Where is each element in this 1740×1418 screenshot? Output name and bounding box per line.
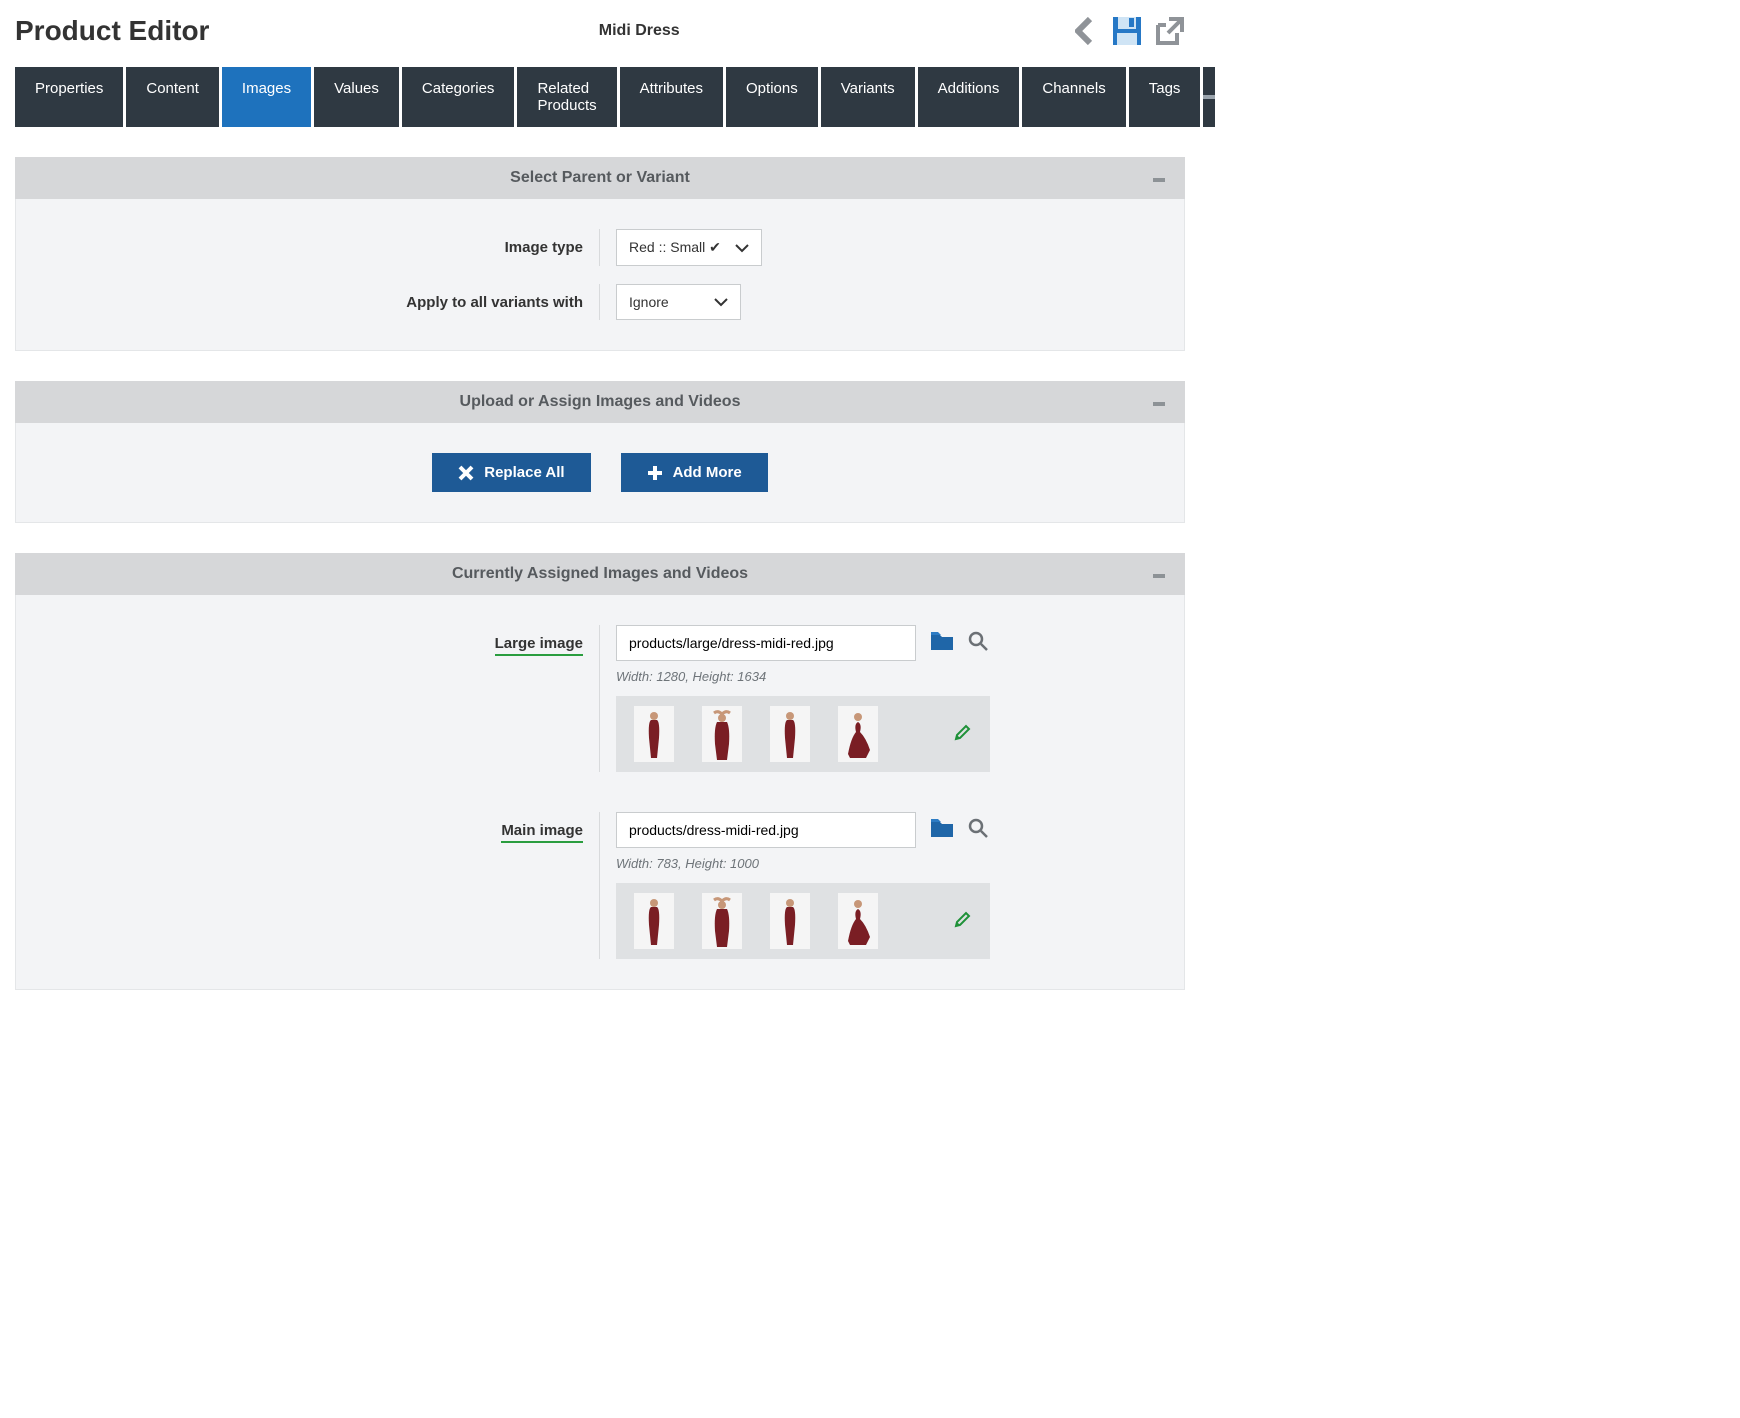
replace-all-button[interactable]: Replace All xyxy=(432,453,590,492)
external-link-icon xyxy=(1154,16,1184,46)
folder-icon xyxy=(930,818,954,838)
thumbnail[interactable] xyxy=(770,706,810,762)
chevron-down-icon xyxy=(714,294,728,310)
thumbnail[interactable] xyxy=(634,893,674,949)
panel-select-parent-variant: Select Parent or Variant Image type Red … xyxy=(15,157,1185,351)
tab-variants[interactable]: Variants xyxy=(821,67,918,127)
tab-properties[interactable]: Properties xyxy=(15,67,126,127)
minus-icon xyxy=(1153,574,1165,578)
magnify-icon xyxy=(968,818,988,838)
main-image-label: Main image xyxy=(501,822,583,843)
add-more-button[interactable]: Add More xyxy=(621,453,768,492)
image-row-large: Large image Width: 1280, Height: 1634 xyxy=(36,625,1164,772)
select-value: Red :: Small ✔ xyxy=(629,239,721,255)
tab-attributes[interactable]: Attributes xyxy=(620,67,726,127)
chevron-left-icon xyxy=(1075,17,1095,45)
image-type-select[interactable]: Red :: Small ✔ xyxy=(616,229,762,266)
panel-title: Select Parent or Variant xyxy=(35,169,1165,187)
dress-thumbnail-icon xyxy=(840,710,876,762)
panel-assigned-images: Currently Assigned Images and Videos Lar… xyxy=(15,553,1185,990)
browse-folder-button[interactable] xyxy=(930,818,954,843)
large-image-label: Large image xyxy=(495,635,583,656)
header-actions xyxy=(1069,15,1185,47)
main-image-thumbnails xyxy=(616,883,990,959)
image-type-label: Image type xyxy=(36,229,600,266)
dress-thumbnail-icon xyxy=(772,897,808,949)
tab-options[interactable]: Options xyxy=(726,67,821,127)
large-image-thumbnails xyxy=(616,696,990,772)
header: Product Editor Midi Dress xyxy=(15,15,1185,47)
panel-body: Replace All Add More xyxy=(15,423,1185,523)
tab-values[interactable]: Values xyxy=(314,67,402,127)
minus-icon xyxy=(1153,178,1165,182)
tab-images[interactable]: Images xyxy=(222,67,314,127)
dress-thumbnail-icon xyxy=(840,897,876,949)
thumbnail[interactable] xyxy=(634,706,674,762)
tabs-collapse-button[interactable] xyxy=(1203,67,1215,127)
apply-variants-select[interactable]: Ignore xyxy=(616,284,741,320)
open-external-button[interactable] xyxy=(1153,15,1185,47)
save-button[interactable] xyxy=(1111,15,1143,47)
folder-icon xyxy=(930,631,954,651)
dress-thumbnail-icon xyxy=(772,710,808,762)
dress-thumbnail-icon xyxy=(704,897,740,949)
dress-thumbnail-icon xyxy=(636,710,672,762)
form-row-apply-variants: Apply to all variants with Ignore xyxy=(36,284,1164,320)
minus-icon xyxy=(1153,402,1165,406)
thumbnail[interactable] xyxy=(770,893,810,949)
chevron-down-icon xyxy=(735,240,749,256)
dress-thumbnail-icon xyxy=(636,897,672,949)
button-label: Add More xyxy=(673,464,742,481)
panel-body: Large image Width: 1280, Height: 1634 xyxy=(15,595,1185,990)
large-image-path-input[interactable] xyxy=(616,625,916,661)
form-row-image-type: Image type Red :: Small ✔ xyxy=(36,229,1164,266)
pencil-icon xyxy=(954,723,972,741)
panel-header[interactable]: Select Parent or Variant xyxy=(15,157,1185,199)
edit-thumbnails-button[interactable] xyxy=(954,723,972,746)
panel-collapse-button[interactable] xyxy=(1153,565,1165,583)
dress-thumbnail-icon xyxy=(704,710,740,762)
main-image-dimensions: Width: 783, Height: 1000 xyxy=(616,856,1164,871)
thumbnail[interactable] xyxy=(838,706,878,762)
tab-content[interactable]: Content xyxy=(126,67,222,127)
thumbnail[interactable] xyxy=(702,893,742,949)
tab-related-products[interactable]: Related Products xyxy=(517,67,619,127)
panel-body: Image type Red :: Small ✔ Apply to all v… xyxy=(15,199,1185,351)
tab-additions[interactable]: Additions xyxy=(918,67,1023,127)
preview-button[interactable] xyxy=(968,818,988,843)
preview-button[interactable] xyxy=(968,631,988,656)
browse-folder-button[interactable] xyxy=(930,631,954,656)
large-image-dimensions: Width: 1280, Height: 1634 xyxy=(616,669,1164,684)
panel-title: Upload or Assign Images and Videos xyxy=(35,393,1165,411)
tab-categories[interactable]: Categories xyxy=(402,67,518,127)
tabs-bar: Properties Content Images Values Categor… xyxy=(15,67,1185,127)
panel-header[interactable]: Upload or Assign Images and Videos xyxy=(15,381,1185,423)
close-icon xyxy=(458,465,474,481)
thumbnail[interactable] xyxy=(702,706,742,762)
back-button[interactable] xyxy=(1069,15,1101,47)
main-image-path-input[interactable] xyxy=(616,812,916,848)
image-row-main: Main image Width: 783, Height: 1000 xyxy=(36,812,1164,959)
panel-collapse-button[interactable] xyxy=(1153,169,1165,187)
panel-collapse-button[interactable] xyxy=(1153,393,1165,411)
thumbnail[interactable] xyxy=(838,893,878,949)
minus-icon xyxy=(1203,95,1215,99)
page-title: Product Editor xyxy=(15,15,209,47)
button-label: Replace All xyxy=(484,464,564,481)
edit-thumbnails-button[interactable] xyxy=(954,910,972,933)
magnify-icon xyxy=(968,631,988,651)
panel-upload-assign: Upload or Assign Images and Videos Repla… xyxy=(15,381,1185,523)
plus-icon xyxy=(647,465,663,481)
tab-tags[interactable]: Tags xyxy=(1129,67,1204,127)
apply-variants-label: Apply to all variants with xyxy=(36,284,600,320)
save-icon xyxy=(1112,16,1142,46)
product-name: Midi Dress xyxy=(209,22,1069,40)
select-value: Ignore xyxy=(629,294,669,310)
panel-title: Currently Assigned Images and Videos xyxy=(35,565,1165,583)
panel-header[interactable]: Currently Assigned Images and Videos xyxy=(15,553,1185,595)
tab-channels[interactable]: Channels xyxy=(1022,67,1128,127)
pencil-icon xyxy=(954,910,972,928)
